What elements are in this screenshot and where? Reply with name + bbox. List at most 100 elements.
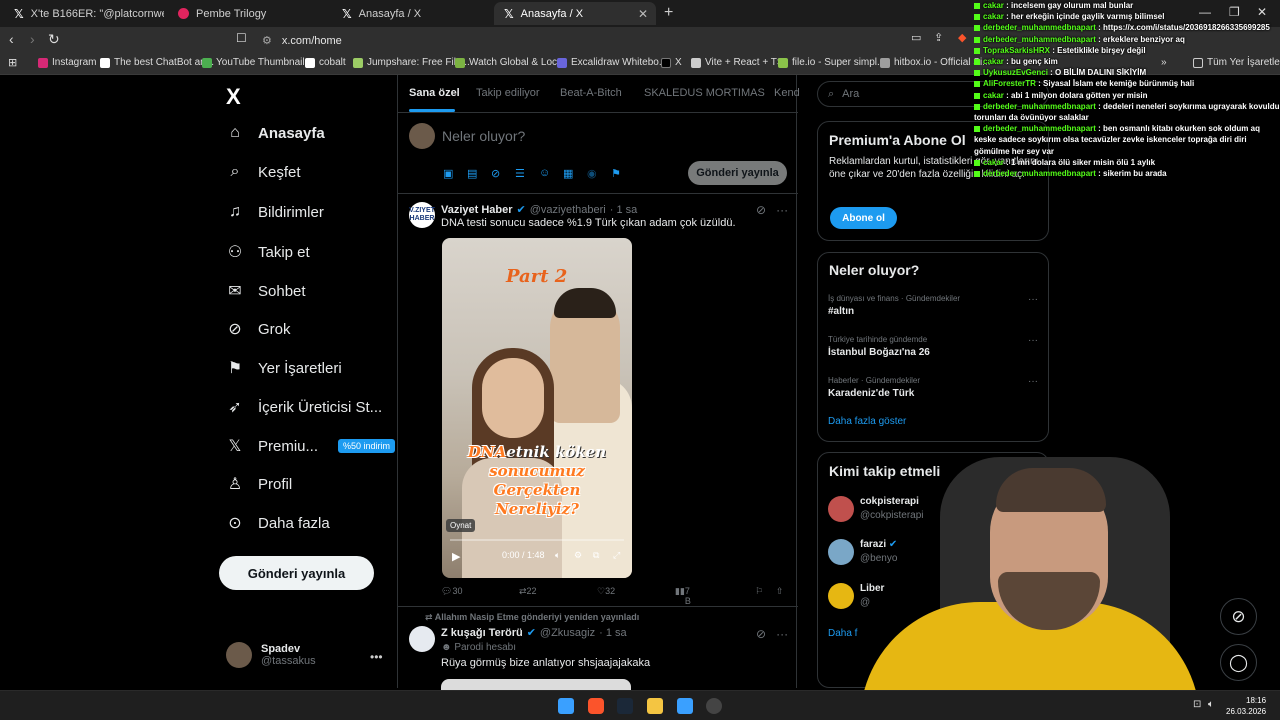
flag-icon[interactable]: ⚑ (611, 167, 621, 180)
trend-item[interactable]: Karadeniz'de Türk (828, 388, 914, 399)
nav-messages[interactable]: ✉ Sohbet (226, 281, 305, 301)
gif-icon[interactable]: ▤ (467, 167, 477, 180)
location-icon[interactable]: ◉ (587, 167, 597, 180)
tab-list[interactable]: Beat-A-Bitch (560, 87, 622, 99)
steam-icon[interactable] (617, 698, 633, 714)
app-icon[interactable] (677, 698, 693, 714)
bookmark-page-icon[interactable]: ☐ (236, 31, 247, 45)
bookmark-icon[interactable]: ⚐ (755, 586, 763, 597)
play-icon[interactable]: ▶ (452, 550, 460, 563)
nav-more[interactable]: ⊙ Daha fazla (226, 513, 329, 533)
grok-icon[interactable]: ⊘ (756, 627, 766, 641)
nav-premium[interactable]: 𝕏 Premiu... %50 indirim (226, 436, 396, 456)
brave-icon[interactable] (588, 698, 604, 714)
file-explorer-icon[interactable] (647, 698, 663, 714)
video-progress-bar[interactable] (450, 539, 624, 541)
subscribe-button[interactable]: Abone ol (830, 207, 897, 229)
reload-icon[interactable]: ↻ (48, 31, 60, 48)
chat-username[interactable]: cakar (983, 57, 1004, 66)
chat-username[interactable]: cakar (983, 158, 1004, 167)
network-icon[interactable]: ⊡ (1193, 699, 1201, 710)
trend-item[interactable]: #altın (828, 306, 854, 317)
chat-username[interactable]: derbeder_muhammedbnapart (983, 35, 1096, 44)
brave-shield-icon[interactable]: ◆ (958, 31, 966, 44)
nav-grok[interactable]: ⊘ Grok (226, 319, 290, 339)
grok-icon[interactable]: ⊘ (491, 167, 500, 180)
chat-username[interactable]: AliForesterTR (983, 79, 1036, 88)
tab-following[interactable]: Takip ediliyor (476, 87, 540, 99)
chat-username[interactable]: UykusuzEvGenci (983, 68, 1048, 77)
views-button[interactable]: ▮▮ 7 B (675, 586, 691, 606)
apps-grid-icon[interactable]: ⊞ (8, 56, 17, 69)
avatar[interactable]: V.ZIYET HABER (409, 202, 435, 228)
bookmark-item[interactable]: X (661, 57, 682, 68)
author-handle[interactable]: @vaziyethaberi (530, 204, 606, 216)
nav-notifications[interactable]: ♫ Bildirimler (226, 203, 324, 221)
nav-explore[interactable]: ⌕ Keşfet (226, 163, 301, 181)
trend-item[interactable]: İstanbul Boğazı'na 26 (828, 347, 930, 358)
chat-username[interactable]: derbeder_muhammedbnapart (983, 124, 1096, 133)
nav-home[interactable]: ⌂ Anasayfa (226, 124, 325, 142)
browser-tab-active[interactable]: 𝕏 Anasayfa / X ✕ (494, 2, 656, 25)
post-time[interactable]: · 1 sa (610, 204, 638, 216)
fullscreen-icon[interactable]: ⤢ (613, 550, 620, 561)
messages-fab-button[interactable]: ◯ (1220, 644, 1257, 681)
post-button[interactable]: Gönderi yayınla (219, 556, 374, 590)
share-icon[interactable]: ⇧ (776, 586, 784, 597)
more-dots-icon[interactable]: ··· (776, 203, 788, 217)
bookmark-item[interactable]: YouTube Thumbnail... (202, 57, 313, 68)
chat-username[interactable]: cakar (983, 12, 1004, 21)
tab-for-you[interactable]: Sana özel (409, 87, 460, 99)
obs-icon[interactable] (706, 698, 722, 714)
back-icon[interactable]: ‹ (9, 31, 14, 47)
chat-username[interactable]: derbeder_muhammedbnapart (983, 102, 1096, 111)
more-dots-icon[interactable]: ··· (776, 627, 788, 641)
emoji-icon[interactable]: ☺ (539, 167, 550, 179)
bookmark-item[interactable]: Vite + React + TS (691, 57, 784, 68)
bookmark-item[interactable]: Instagram (38, 57, 96, 68)
compose-post-button[interactable]: Gönderi yayınla (688, 161, 787, 185)
schedule-icon[interactable]: ▦ (563, 167, 573, 180)
nav-bookmarks[interactable]: ⚑ Yer İşaretleri (226, 358, 342, 378)
poll-icon[interactable]: ☰ (515, 167, 525, 180)
chat-username[interactable]: cakar (983, 91, 1004, 100)
volume-icon[interactable]: 🔈︎ (555, 550, 560, 561)
browser-tab[interactable]: 𝕏 X'te B166ER: "@platcornweb 15 yıl d (4, 2, 164, 25)
video-player[interactable]: Part 2 DNAetnik köken sonucumuz Gerçekte… (442, 238, 632, 578)
more-dots-icon[interactable]: ··· (1028, 294, 1038, 305)
account-switcher[interactable]: Spadev @tassakus (226, 642, 316, 668)
like-button[interactable]: ♡ 32 (597, 586, 615, 597)
new-tab-button[interactable]: + (664, 4, 673, 22)
nav-follow[interactable]: ⚇ Takip et (226, 242, 310, 262)
bookmark-item[interactable]: Jumpshare: Free File... (353, 57, 470, 68)
more-dots-icon[interactable]: ··· (1028, 376, 1038, 387)
post-time[interactable]: · 1 sa (599, 627, 627, 639)
repost-button[interactable]: ⇄ 22 (519, 586, 537, 597)
chat-username[interactable]: cakar (983, 1, 1004, 10)
cast-icon[interactable]: ▭ (911, 31, 921, 44)
close-tab-icon[interactable]: ✕ (638, 7, 648, 21)
grok-icon[interactable]: ⊘ (756, 203, 766, 217)
windows-start-icon[interactable] (558, 698, 574, 714)
bookmark-item[interactable]: file.io - Super simpl... (778, 57, 885, 68)
clock[interactable]: 18:16 26.03.2026 (1226, 695, 1266, 717)
author-handle[interactable]: @Zkusagiz (540, 627, 595, 639)
settings-icon[interactable]: ⚙ (574, 550, 582, 561)
more-dots-icon[interactable]: ··· (1028, 335, 1038, 346)
repost-note[interactable]: ⇄ Allahım Nasip Etme gönderiyi yeniden y… (425, 612, 639, 623)
bookmark-item[interactable]: Excalidraw Whitebo... (557, 57, 667, 68)
reply-button[interactable]: 💬︎ 30 (441, 586, 462, 597)
chat-username[interactable]: derbeder_muhammedbnapart (983, 23, 1096, 32)
chat-username[interactable]: ToprakSarkisHRX (983, 46, 1050, 55)
browser-tab[interactable]: Pembe Trilogy (168, 2, 328, 25)
url-field[interactable]: ⚙ x.com/home (262, 31, 882, 50)
compose-input[interactable]: Neler oluyor? (442, 128, 525, 144)
bookmark-item[interactable]: Watch Global & Loc... (455, 57, 565, 68)
nav-profile[interactable]: ♙ Profil (226, 474, 292, 494)
tab-list[interactable]: Kend (774, 87, 800, 99)
nav-creator-studio[interactable]: ➶ İçerik Üreticisi St... (226, 397, 382, 417)
forward-icon[interactable]: › (30, 31, 35, 47)
tab-list[interactable]: SKALEDUS MORTIMAS (644, 87, 765, 99)
x-logo[interactable]: X (226, 84, 241, 110)
grok-fab-button[interactable]: ⊘ (1220, 598, 1257, 635)
